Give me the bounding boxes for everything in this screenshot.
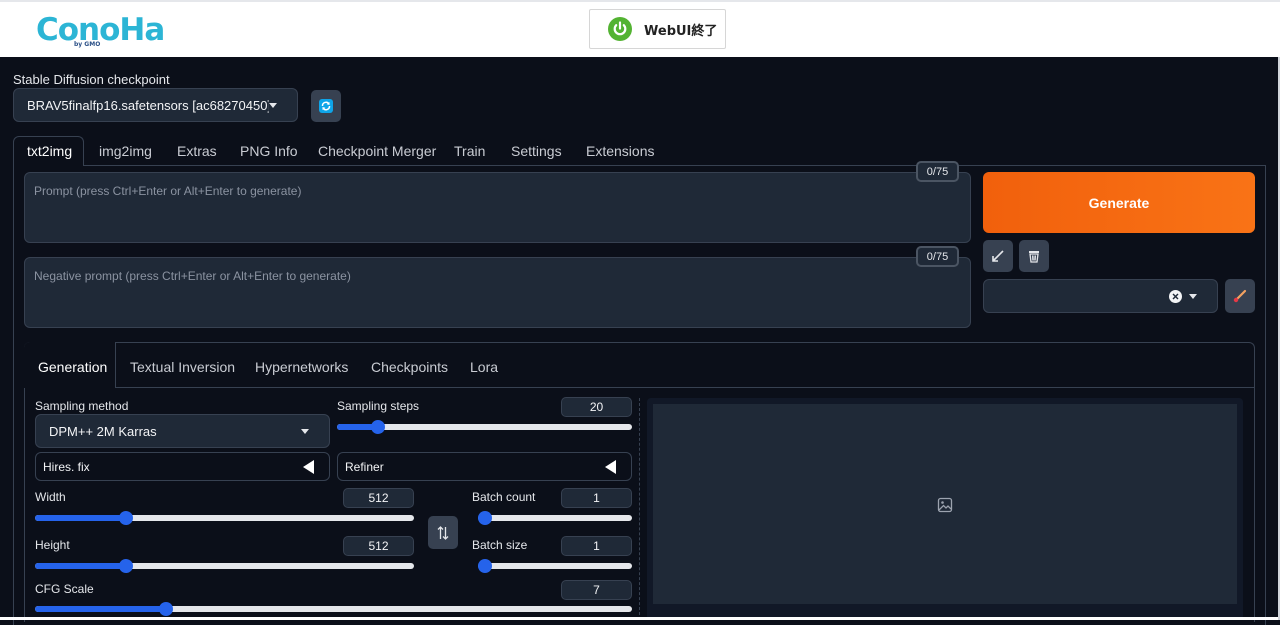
refresh-icon xyxy=(319,99,333,113)
prompt-input[interactable]: Prompt (press Ctrl+Enter or Alt+Enter to… xyxy=(24,172,971,243)
sampling-steps-slider[interactable] xyxy=(337,424,632,430)
chevron-down-icon xyxy=(301,429,309,434)
paint-brush-icon xyxy=(1232,288,1248,304)
tab-textual-inversion[interactable]: Textual Inversion xyxy=(130,359,235,375)
checkpoint-dropdown[interactable]: BRAV5finalfp16.safetensors [ac68270450] xyxy=(13,88,298,122)
sampling-method-label: Sampling method xyxy=(35,399,128,413)
tab-extensions[interactable]: Extensions xyxy=(586,143,654,159)
width-input[interactable]: 512 xyxy=(343,488,414,508)
sampling-method-dropdown[interactable]: DPM++ 2M Karras xyxy=(35,414,330,448)
power-icon xyxy=(608,17,632,41)
refresh-checkpoint-button[interactable] xyxy=(311,90,341,122)
height-input[interactable]: 512 xyxy=(343,536,414,556)
batch-count-slider[interactable] xyxy=(478,515,632,521)
tab-lora[interactable]: Lora xyxy=(470,359,498,375)
tab-checkpoints[interactable]: Checkpoints xyxy=(371,359,448,375)
refiner-label: Refiner xyxy=(338,460,605,474)
cfg-scale-label: CFG Scale xyxy=(35,582,94,596)
slider-thumb[interactable] xyxy=(119,511,133,525)
hires-fix-label: Hires. fix xyxy=(36,460,303,474)
checkpoint-label: Stable Diffusion checkpoint xyxy=(13,72,170,87)
batch-size-slider[interactable] xyxy=(478,563,632,569)
image-icon xyxy=(937,497,953,513)
slider-fill xyxy=(35,606,166,612)
subtab-divider xyxy=(116,387,1255,388)
panel-left-border xyxy=(13,165,14,625)
prompt-token-counter: 0/75 xyxy=(916,161,959,182)
collapse-arrow-icon xyxy=(303,460,314,474)
swap-icon xyxy=(436,525,450,541)
webui-stop-button[interactable]: WebUI終了 xyxy=(589,9,726,49)
webui-stop-label: WebUI終了 xyxy=(644,20,717,39)
checkpoint-value: BRAV5finalfp16.safetensors [ac68270450] xyxy=(14,98,269,113)
tab-checkpoint-merger[interactable]: Checkpoint Merger xyxy=(318,143,436,159)
tab-img2img[interactable]: img2img xyxy=(99,143,152,159)
tab-train[interactable]: Train xyxy=(454,143,485,159)
top-bar: ConoHa by GMO WebUI終了 xyxy=(0,0,1280,57)
paste-button[interactable] xyxy=(983,240,1013,272)
sampling-steps-label: Sampling steps xyxy=(337,399,419,413)
tab-divider xyxy=(84,165,1266,166)
batch-count-input[interactable]: 1 xyxy=(561,488,632,508)
tab-txt2img[interactable]: txt2img xyxy=(27,143,72,159)
styles-dropdown[interactable] xyxy=(983,279,1218,313)
generate-button[interactable]: Generate xyxy=(983,172,1255,233)
chevron-down-icon xyxy=(269,103,277,108)
tab-png-info[interactable]: PNG Info xyxy=(240,143,298,159)
batch-count-label: Batch count xyxy=(472,490,535,504)
tab-hypernetworks[interactable]: Hypernetworks xyxy=(255,359,348,375)
tab-settings[interactable]: Settings xyxy=(511,143,562,159)
collapse-arrow-icon xyxy=(605,460,616,474)
column-divider xyxy=(639,398,640,620)
trash-icon xyxy=(1026,248,1042,264)
height-slider[interactable] xyxy=(35,563,414,569)
sampling-steps-input[interactable]: 20 xyxy=(561,397,632,417)
batch-size-input[interactable]: 1 xyxy=(561,536,632,556)
negative-prompt-token-counter: 0/75 xyxy=(916,246,959,267)
panel-right-border xyxy=(1265,165,1266,625)
clear-prompt-button[interactable] xyxy=(1019,240,1049,272)
paste-icon xyxy=(990,248,1006,264)
slider-fill xyxy=(35,515,126,521)
logo-sub: by GMO xyxy=(74,41,100,48)
cfg-scale-input[interactable]: 7 xyxy=(561,580,632,600)
refiner-accordion[interactable]: Refiner xyxy=(337,452,632,481)
swap-dimensions-button[interactable] xyxy=(428,516,458,549)
batch-size-label: Batch size xyxy=(472,538,527,552)
tab-extras[interactable]: Extras xyxy=(177,143,217,159)
chevron-down-icon xyxy=(1189,294,1197,299)
width-label: Width xyxy=(35,490,66,504)
slider-thumb[interactable] xyxy=(478,559,492,573)
height-label: Height xyxy=(35,538,70,552)
sampling-method-value: DPM++ 2M Karras xyxy=(36,424,301,439)
slider-thumb[interactable] xyxy=(478,511,492,525)
negative-prompt-input[interactable]: Negative prompt (press Ctrl+Enter or Alt… xyxy=(24,257,971,328)
slider-thumb[interactable] xyxy=(119,559,133,573)
hires-fix-accordion[interactable]: Hires. fix xyxy=(35,452,330,481)
cfg-scale-slider[interactable] xyxy=(35,606,632,612)
clear-icon[interactable] xyxy=(1169,290,1182,303)
width-slider[interactable] xyxy=(35,515,414,521)
tab-generation[interactable]: Generation xyxy=(38,359,107,375)
apply-style-button[interactable] xyxy=(1225,279,1255,313)
slider-fill xyxy=(35,563,126,569)
